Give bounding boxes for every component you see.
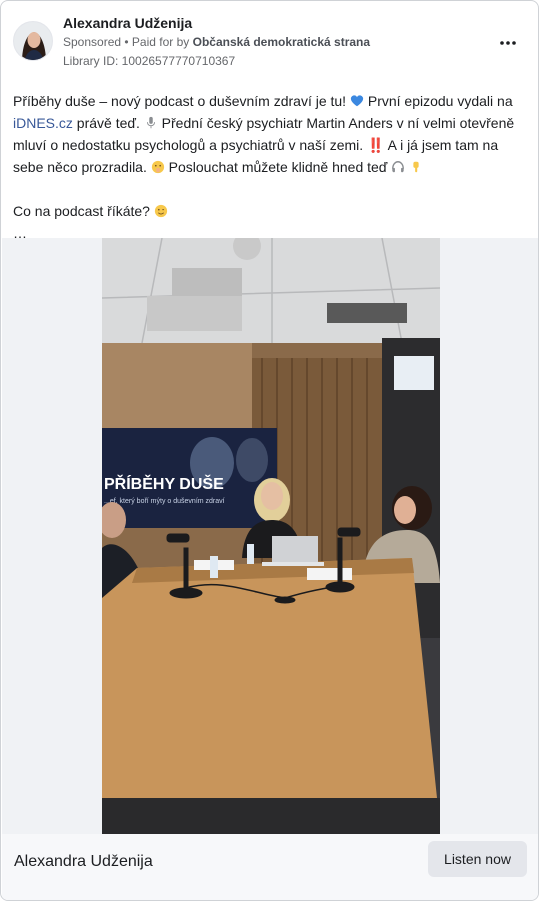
more-options-icon[interactable]	[490, 31, 526, 55]
question-line: Co na podcast říkáte?	[13, 200, 528, 222]
winking-face-icon	[154, 204, 167, 218]
ad-card: Alexandra Udženija Sponsored • Paid for …	[0, 0, 539, 901]
sponsored-label: Sponsored	[63, 35, 122, 49]
listen-now-button[interactable]: Listen now	[428, 841, 527, 877]
blue-heart-icon	[350, 95, 364, 107]
headphones-icon	[392, 161, 405, 173]
question-text: Co na podcast říkáte?	[13, 203, 154, 219]
pointing-down-icon	[413, 161, 419, 173]
author-name[interactable]: Alexandra Udženija	[63, 15, 192, 31]
post-header: Alexandra Udženija Sponsored • Paid for …	[13, 13, 526, 73]
text-part-3: právě teď.	[72, 115, 144, 131]
microphone-icon	[146, 116, 155, 129]
ad-media[interactable]: PŘÍBĚHY DUŠE ...ef, který boří mýty o du…	[2, 238, 538, 834]
text-part-2: První epizodu vydali na	[363, 93, 513, 109]
library-id: Library ID: 10026577770710367	[63, 54, 236, 68]
text-part-5: Poslouchat můžete klidně hned teď	[164, 159, 392, 175]
avatar[interactable]	[13, 21, 53, 61]
paid-for-prefix: Paid for by	[131, 35, 193, 49]
post-text: Příběhy duše – nový podcast o duševním z…	[13, 90, 528, 244]
ad-footer: Alexandra Udženija Listen now	[2, 834, 538, 900]
separator: •	[121, 35, 132, 49]
screen-title: PŘÍBĚHY DUŠE	[104, 474, 224, 493]
footer-author-name: Alexandra Udženija	[14, 853, 153, 870]
paid-for-by[interactable]: Občanská demokratická strana	[193, 35, 370, 49]
idnes-link[interactable]: iDNES.cz	[13, 115, 73, 131]
screen-subtitle: ...ef, který boří mýty o duševním zdraví	[104, 498, 225, 505]
shushing-face-icon	[151, 160, 164, 174]
text-part-1: Příběhy duše – nový podcast o duševním z…	[13, 93, 350, 109]
podcast-photo[interactable]: PŘÍBĚHY DUŠE ...ef, který boří mýty o du…	[102, 238, 440, 834]
sponsored-line: Sponsored • Paid for by Občanská demokra…	[63, 35, 370, 49]
post-paragraph: Příběhy duše – nový podcast o duševním z…	[13, 90, 528, 178]
